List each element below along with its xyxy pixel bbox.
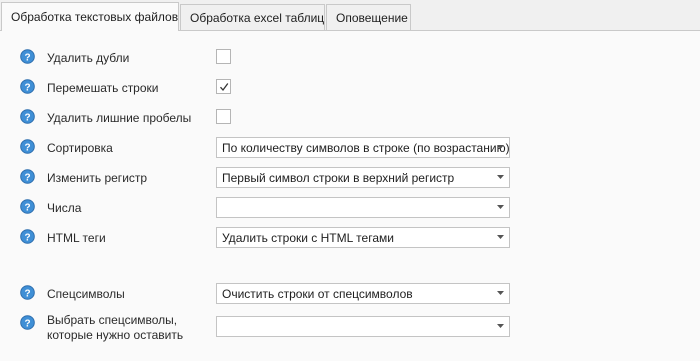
- tab-excel-tables-label: Обработка excel таблиц: [190, 10, 325, 25]
- checkmark-icon: [220, 83, 229, 92]
- change-case-value: Первый символ строки в верхний регистр: [222, 171, 455, 185]
- html-tags-select[interactable]: Удалить строки с HTML тегами: [216, 227, 510, 248]
- remove-extra-spaces-label: Удалить лишние пробелы: [47, 111, 192, 125]
- tab-text-files-label: Обработка текстовых файлов: [11, 10, 179, 24]
- keep-special-chars-label-line2: которые нужно оставить: [47, 328, 184, 342]
- shuffle-lines-label: Перемешать строки: [47, 81, 159, 95]
- chevron-down-icon: [497, 175, 504, 179]
- svg-text:?: ?: [24, 202, 30, 213]
- svg-text:?: ?: [24, 82, 30, 93]
- svg-text:?: ?: [24, 142, 30, 153]
- tab-text-files[interactable]: Обработка текстовых файлов: [1, 2, 179, 31]
- sorting-value: По количеству символов в строке (по возр…: [222, 141, 510, 155]
- help-icon[interactable]: ?: [20, 109, 35, 124]
- help-icon[interactable]: ?: [20, 139, 35, 154]
- help-icon[interactable]: ?: [20, 169, 35, 184]
- sorting-select[interactable]: По количеству символов в строке (по возр…: [216, 137, 510, 158]
- chevron-down-icon: [497, 145, 504, 149]
- help-icon[interactable]: ?: [20, 285, 35, 300]
- keep-special-chars-label-line1: Выбрать спецсимволы,: [47, 313, 178, 327]
- svg-text:?: ?: [24, 232, 30, 243]
- svg-text:?: ?: [24, 318, 30, 329]
- keep-special-chars-label: Выбрать спецсимволы, которые нужно остав…: [47, 313, 183, 343]
- numbers-label: Числа: [47, 201, 82, 215]
- special-chars-value: Очистить строки от спецсимволов: [222, 287, 413, 301]
- chevron-down-icon: [497, 291, 504, 295]
- remove-extra-spaces-checkbox[interactable]: [216, 109, 231, 124]
- tab-notifications-label: Оповещение: [336, 10, 408, 25]
- keep-special-chars-select[interactable]: [216, 316, 510, 337]
- help-icon[interactable]: ?: [20, 229, 35, 244]
- svg-text:?: ?: [24, 288, 30, 299]
- chevron-down-icon: [497, 205, 504, 209]
- svg-text:?: ?: [24, 112, 30, 123]
- special-chars-label: Спецсимволы: [47, 287, 125, 301]
- sorting-label: Сортировка: [47, 141, 113, 155]
- html-tags-value: Удалить строки с HTML тегами: [222, 231, 394, 245]
- special-chars-select[interactable]: Очистить строки от спецсимволов: [216, 283, 510, 304]
- svg-text:?: ?: [24, 172, 30, 183]
- numbers-select[interactable]: [216, 197, 510, 218]
- change-case-select[interactable]: Первый символ строки в верхний регистр: [216, 167, 510, 188]
- tab-excel-tables[interactable]: Обработка excel таблиц: [180, 4, 325, 30]
- help-icon[interactable]: ?: [20, 79, 35, 94]
- help-icon[interactable]: ?: [20, 315, 35, 330]
- svg-text:?: ?: [24, 52, 30, 63]
- tab-notifications[interactable]: Оповещение: [326, 4, 411, 30]
- chevron-down-icon: [497, 324, 504, 328]
- remove-duplicates-label: Удалить дубли: [47, 51, 130, 65]
- shuffle-lines-checkbox[interactable]: [216, 79, 231, 94]
- help-icon[interactable]: ?: [20, 199, 35, 214]
- html-tags-label: HTML теги: [47, 231, 106, 245]
- change-case-label: Изменить регистр: [47, 171, 148, 185]
- remove-duplicates-checkbox[interactable]: [216, 49, 231, 64]
- chevron-down-icon: [497, 235, 504, 239]
- help-icon[interactable]: ?: [20, 49, 35, 64]
- tab-bar: Обработка текстовых файлов Обработка exc…: [0, 0, 700, 31]
